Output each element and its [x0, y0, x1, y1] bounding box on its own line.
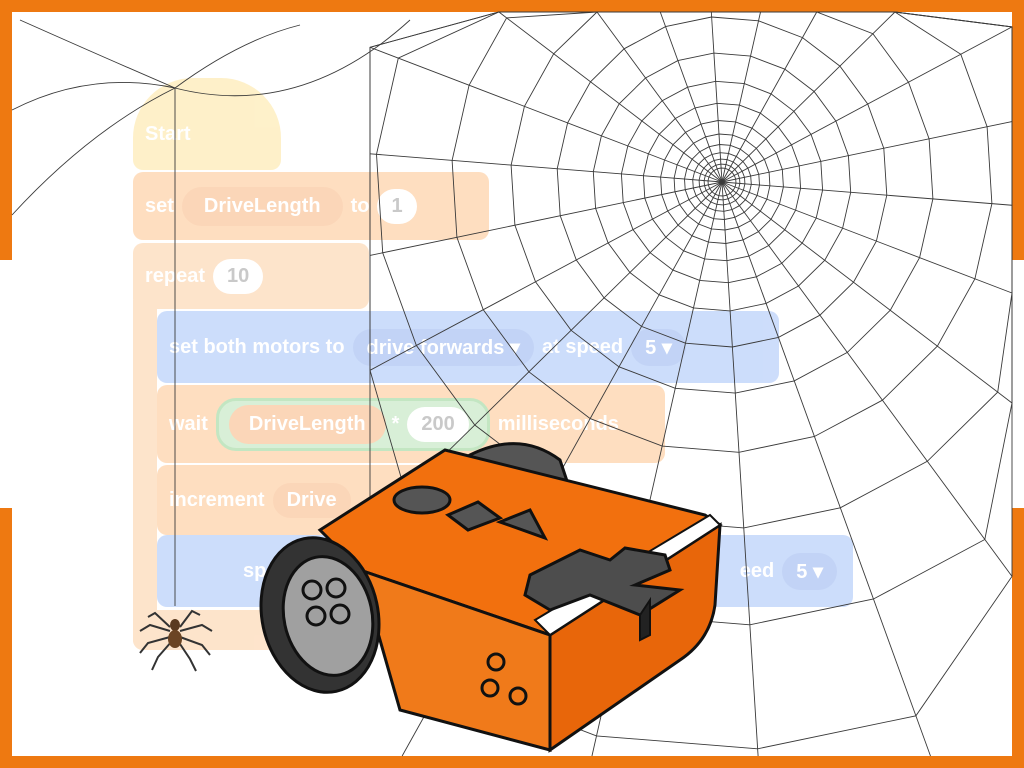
spider-icon: [139, 609, 213, 672]
edison-robot-icon: [259, 442, 723, 753]
